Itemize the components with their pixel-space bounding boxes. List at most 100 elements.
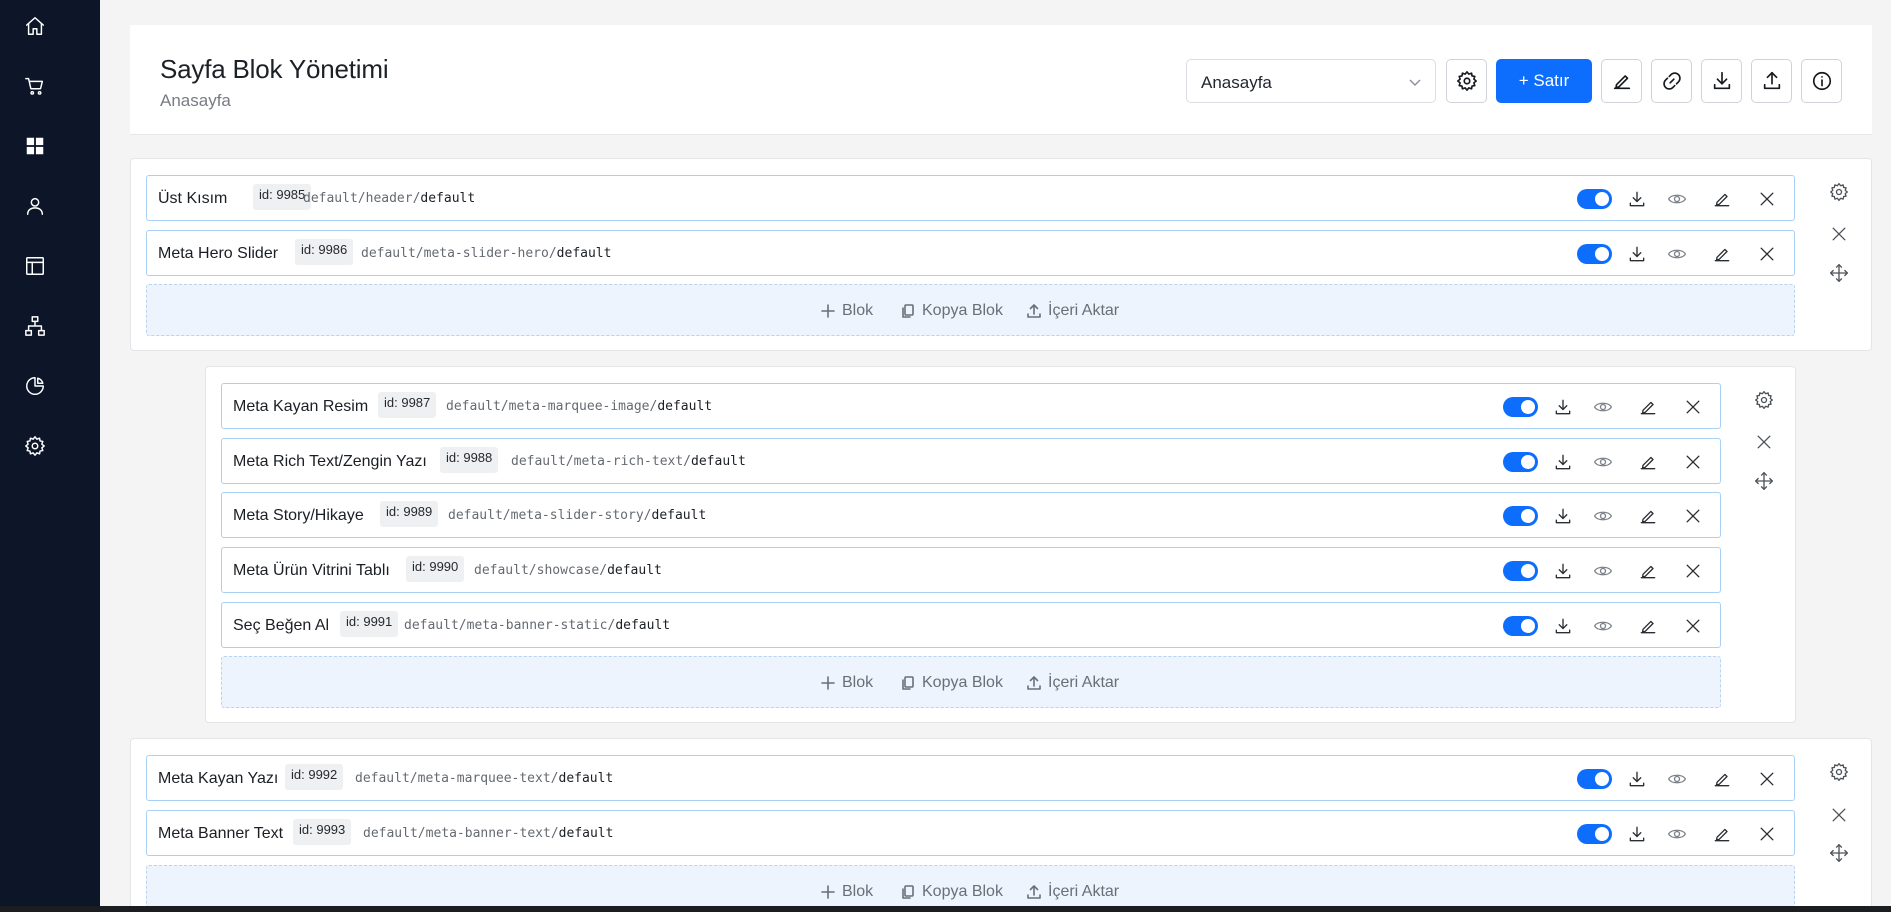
- block-active-toggle[interactable]: [1503, 506, 1538, 526]
- chart-pie-icon[interactable]: [23, 374, 47, 398]
- block-row[interactable]: Meta Kayan Resim id: 9987 default/meta-m…: [221, 383, 1721, 429]
- block-row[interactable]: Meta Story/Hikaye id: 9989 default/meta-…: [221, 492, 1721, 538]
- pencil-icon[interactable]: [1711, 188, 1733, 210]
- block-active-toggle[interactable]: [1503, 616, 1538, 636]
- block-row[interactable]: Üst Kısım id: 9985 default/header/defaul…: [146, 175, 1795, 221]
- block-active-toggle[interactable]: [1577, 189, 1612, 209]
- block-row[interactable]: Seç Beğen Al id: 9991 default/meta-banne…: [221, 602, 1721, 648]
- copy-block-button[interactable]: Kopya Blok: [900, 301, 1003, 321]
- block-active-toggle[interactable]: [1503, 561, 1538, 581]
- eye-icon[interactable]: [1592, 615, 1614, 637]
- block-active-toggle[interactable]: [1577, 244, 1612, 264]
- dashboard-icon[interactable]: [23, 134, 47, 158]
- pencil-icon[interactable]: [1637, 396, 1659, 418]
- copy-block-button[interactable]: Kopya Blok: [900, 673, 1003, 693]
- user-icon[interactable]: [23, 194, 47, 218]
- download-icon[interactable]: [1552, 451, 1574, 473]
- section-move-arrows-icon[interactable]: [1828, 262, 1850, 284]
- pencil-icon[interactable]: [1637, 451, 1659, 473]
- block-row[interactable]: Meta Ürün Vitrini Tablı id: 9990 default…: [221, 547, 1721, 593]
- block-path: default/meta-marquee-text/default: [355, 771, 614, 786]
- add-row-button[interactable]: + Satır: [1496, 59, 1592, 103]
- add-block-button[interactable]: Blok: [820, 882, 873, 902]
- section-settings-gear-icon[interactable]: [1753, 389, 1775, 411]
- pencil-icon[interactable]: [1637, 560, 1659, 582]
- eye-icon[interactable]: [1592, 560, 1614, 582]
- upload-icon: [1027, 885, 1041, 899]
- sitemap-icon[interactable]: [23, 314, 47, 338]
- download-icon[interactable]: [1626, 768, 1648, 790]
- download-icon[interactable]: [1552, 560, 1574, 582]
- upload-button[interactable]: [1751, 59, 1792, 103]
- section-delete-close-icon[interactable]: [1828, 804, 1850, 826]
- close-icon[interactable]: [1756, 188, 1778, 210]
- section-delete-close-icon[interactable]: [1828, 223, 1850, 245]
- eye-icon[interactable]: [1666, 243, 1688, 265]
- download-icon[interactable]: [1626, 243, 1648, 265]
- close-icon[interactable]: [1682, 615, 1704, 637]
- upload-icon: [1763, 71, 1780, 90]
- close-icon[interactable]: [1682, 505, 1704, 527]
- download-icon[interactable]: [1626, 823, 1648, 845]
- add-block-button[interactable]: Blok: [820, 673, 873, 693]
- section-settings-gear-icon[interactable]: [1828, 181, 1850, 203]
- page-settings-button[interactable]: [1446, 59, 1487, 103]
- download-icon: [1713, 71, 1730, 90]
- eye-icon[interactable]: [1592, 451, 1614, 473]
- row-section: Meta Kayan Yazı id: 9992 default/meta-ma…: [130, 738, 1872, 912]
- info-button[interactable]: [1801, 59, 1842, 103]
- pencil-icon[interactable]: [1637, 615, 1659, 637]
- page-select-value: Anasayfa: [1201, 73, 1272, 92]
- layout-icon[interactable]: [23, 254, 47, 278]
- eye-icon[interactable]: [1666, 188, 1688, 210]
- download-icon[interactable]: [1552, 615, 1574, 637]
- block-path: default/meta-slider-hero/default: [361, 246, 612, 261]
- eye-icon[interactable]: [1666, 823, 1688, 845]
- pencil-icon[interactable]: [1711, 243, 1733, 265]
- download-button[interactable]: [1701, 59, 1742, 103]
- pencil-icon[interactable]: [1637, 505, 1659, 527]
- section-move-arrows-icon[interactable]: [1753, 470, 1775, 492]
- close-icon[interactable]: [1756, 768, 1778, 790]
- close-icon[interactable]: [1682, 396, 1704, 418]
- section-delete-close-icon[interactable]: [1753, 431, 1775, 453]
- link-button[interactable]: [1651, 59, 1692, 103]
- block-active-toggle[interactable]: [1577, 769, 1612, 789]
- block-name: Meta Ürün Vitrini Tablı: [233, 562, 390, 579]
- block-row[interactable]: Meta Hero Slider id: 9986 default/meta-s…: [146, 230, 1795, 276]
- section-move-arrows-icon[interactable]: [1828, 842, 1850, 864]
- close-icon[interactable]: [1756, 243, 1778, 265]
- upload-icon: [1027, 304, 1041, 318]
- close-icon[interactable]: [1756, 823, 1778, 845]
- close-icon[interactable]: [1682, 451, 1704, 473]
- add-block-button[interactable]: Blok: [820, 301, 873, 321]
- eye-icon[interactable]: [1666, 768, 1688, 790]
- download-icon[interactable]: [1552, 505, 1574, 527]
- copy-block-button[interactable]: Kopya Blok: [900, 882, 1003, 902]
- page-select[interactable]: Anasayfa: [1186, 59, 1436, 103]
- block-row[interactable]: Meta Rich Text/Zengin Yazı id: 9988 defa…: [221, 438, 1721, 484]
- import-button[interactable]: İçeri Aktar: [1026, 301, 1119, 321]
- section-settings-gear-icon[interactable]: [1828, 761, 1850, 783]
- download-icon[interactable]: [1552, 396, 1574, 418]
- copy-icon: [902, 304, 914, 318]
- import-button[interactable]: İçeri Aktar: [1026, 882, 1119, 902]
- close-icon[interactable]: [1682, 560, 1704, 582]
- download-icon[interactable]: [1626, 188, 1648, 210]
- pencil-icon[interactable]: [1711, 823, 1733, 845]
- home-icon[interactable]: [23, 14, 47, 38]
- edit-page-button[interactable]: [1601, 59, 1642, 103]
- import-button[interactable]: İçeri Aktar: [1026, 673, 1119, 693]
- settings-icon[interactable]: [23, 434, 47, 458]
- block-active-toggle[interactable]: [1577, 824, 1612, 844]
- block-active-toggle[interactable]: [1503, 452, 1538, 472]
- cart-icon[interactable]: [23, 74, 47, 98]
- eye-icon[interactable]: [1592, 505, 1614, 527]
- plus-icon: [821, 304, 835, 318]
- pencil-icon[interactable]: [1711, 768, 1733, 790]
- eye-icon[interactable]: [1592, 396, 1614, 418]
- block-row[interactable]: Meta Kayan Yazı id: 9992 default/meta-ma…: [146, 755, 1795, 801]
- block-row[interactable]: Meta Banner Text id: 9993 default/meta-b…: [146, 810, 1795, 856]
- block-active-toggle[interactable]: [1503, 397, 1538, 417]
- block-id-badge: id: 9991: [340, 611, 399, 637]
